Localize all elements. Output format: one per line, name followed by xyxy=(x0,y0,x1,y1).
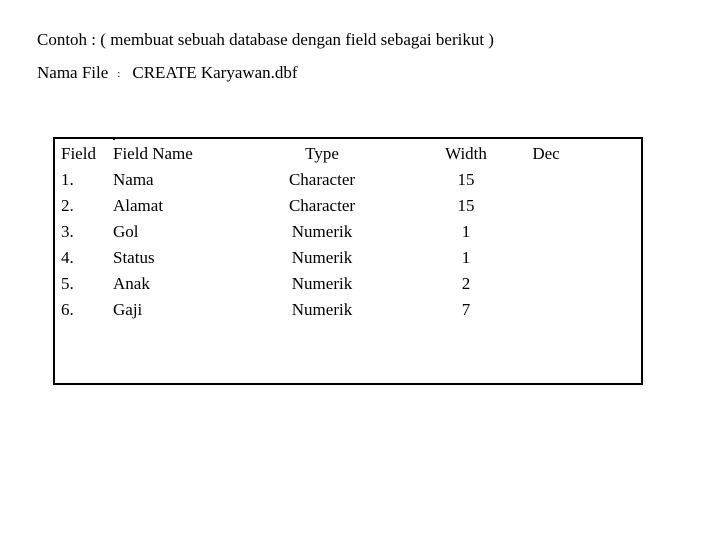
row-3-name: Gol xyxy=(113,222,139,241)
header-width: Width xyxy=(445,144,487,163)
row-5-name: Anak xyxy=(113,274,150,293)
row-5-width: 2 xyxy=(461,274,471,293)
file-separator: : xyxy=(117,68,121,81)
row-1-width: 15 xyxy=(457,170,475,189)
row-6-width: 7 xyxy=(461,300,471,319)
header-dec: Dec xyxy=(532,144,560,163)
header-field-name: Field Name xyxy=(113,144,193,163)
row-4-field: 4. xyxy=(61,248,74,267)
row-6-name: Gaji xyxy=(113,300,143,319)
row-1-field: 1. xyxy=(61,170,74,189)
row-6-type: Numerik xyxy=(291,300,353,319)
row-2-name: Alamat xyxy=(113,196,164,215)
intro-text: Contoh : ( membuat sebuah database denga… xyxy=(37,30,494,49)
row-4-type: Numerik xyxy=(291,248,353,267)
row-2-width: 15 xyxy=(457,196,475,215)
row-4-name: Status xyxy=(113,248,155,267)
file-label: Nama File xyxy=(37,63,109,82)
file-line: Nama File: CREATE Karyawan.dbf xyxy=(37,63,298,83)
row-1-type: Character xyxy=(288,170,356,189)
stray-mark xyxy=(113,137,115,140)
row-3-field: 3. xyxy=(61,222,74,241)
row-5-field: 5. xyxy=(61,274,74,293)
file-command: CREATE Karyawan.dbf xyxy=(132,63,298,82)
row-2-type: Character xyxy=(288,196,356,215)
header-type: Type xyxy=(305,144,339,163)
row-3-width: 1 xyxy=(461,222,471,241)
row-5-type: Numerik xyxy=(291,274,353,293)
row-2-field: 2. xyxy=(61,196,74,215)
header-field: Field xyxy=(61,144,96,163)
row-1-name: Nama xyxy=(113,170,154,189)
row-3-type: Numerik xyxy=(291,222,353,241)
row-6-field: 6. xyxy=(61,300,74,319)
row-4-width: 1 xyxy=(461,248,471,267)
